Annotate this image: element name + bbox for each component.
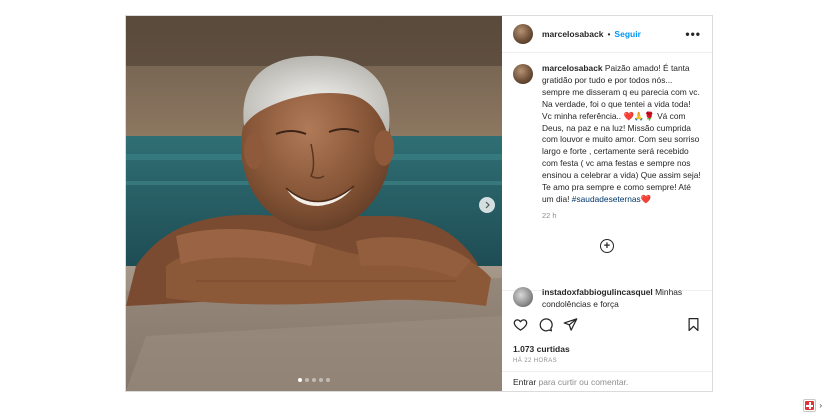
caption-text: marcelosaback Paizão amado! É tanta grat… bbox=[542, 63, 701, 206]
avatar[interactable] bbox=[513, 287, 533, 307]
header-separator: • bbox=[607, 29, 611, 39]
caption-emojis: ❤️🙏🌹 bbox=[623, 110, 655, 121]
post-caption: marcelosaback Paizão amado! É tanta grat… bbox=[513, 63, 701, 206]
post-header: marcelosaback • Seguir ••• bbox=[502, 16, 712, 53]
comments-section: marcelosaback Paizão amado! É tanta grat… bbox=[502, 53, 712, 291]
send-icon[interactable] bbox=[563, 317, 578, 332]
photo-elderly-man-in-pool bbox=[126, 16, 502, 391]
heart-icon[interactable] bbox=[513, 317, 528, 332]
caption-timestamp: 22 h bbox=[542, 210, 557, 220]
chevron-right-icon: › bbox=[819, 401, 822, 410]
hashtag-link[interactable]: #saudadeseternas bbox=[572, 194, 641, 204]
carousel-dot bbox=[326, 378, 330, 382]
post-username[interactable]: marcelosaback bbox=[542, 29, 603, 39]
comment-icon[interactable] bbox=[538, 317, 553, 332]
comment-username[interactable]: instadoxfabbiogulincasquel bbox=[542, 287, 653, 297]
post-sidebar: marcelosaback • Seguir ••• marcelosaback… bbox=[502, 16, 712, 391]
more-options-icon[interactable]: ••• bbox=[685, 27, 701, 41]
instagram-post: marcelosaback • Seguir ••• marcelosaback… bbox=[125, 15, 713, 392]
post-photo[interactable] bbox=[126, 16, 502, 391]
add-comment-bar: Entrar para curtir ou comentar. bbox=[502, 371, 712, 391]
avatar[interactable] bbox=[513, 24, 533, 44]
bookmark-icon[interactable] bbox=[686, 317, 701, 332]
load-more-comments: + bbox=[502, 239, 712, 253]
carousel-dot bbox=[319, 378, 323, 382]
avatar[interactable] bbox=[513, 64, 533, 84]
carousel-indicator bbox=[126, 378, 502, 382]
plus-circle-icon[interactable]: + bbox=[600, 239, 614, 253]
comment-text: instadoxfabbiogulincasquel Minhas condol… bbox=[542, 287, 702, 311]
caption-username[interactable]: marcelosaback bbox=[542, 63, 603, 73]
carousel-dot bbox=[305, 378, 309, 382]
add-comment-text: para curtir ou comentar. bbox=[536, 377, 629, 387]
chevron-right-icon bbox=[485, 201, 490, 209]
likes-count[interactable]: 1.073 curtidas bbox=[513, 344, 570, 354]
plus-cross-icon bbox=[803, 399, 817, 412]
carousel-next-button[interactable] bbox=[479, 197, 495, 213]
post-timestamp: HÁ 22 HORAS bbox=[513, 358, 558, 364]
action-bar bbox=[513, 317, 701, 332]
comment-item: instadoxfabbiogulincasquel Minhas condol… bbox=[513, 287, 703, 311]
carousel-dot bbox=[312, 378, 316, 382]
follow-button[interactable]: Seguir bbox=[614, 29, 640, 39]
login-link[interactable]: Entrar bbox=[513, 377, 536, 387]
caption-body-continued: Vá com Deus, na paz e na luz! Missão cum… bbox=[542, 110, 701, 204]
caption-end-emoji: ❤️ bbox=[640, 193, 652, 204]
carousel-dot bbox=[298, 378, 302, 382]
browser-extension-badge[interactable]: › bbox=[803, 399, 822, 412]
